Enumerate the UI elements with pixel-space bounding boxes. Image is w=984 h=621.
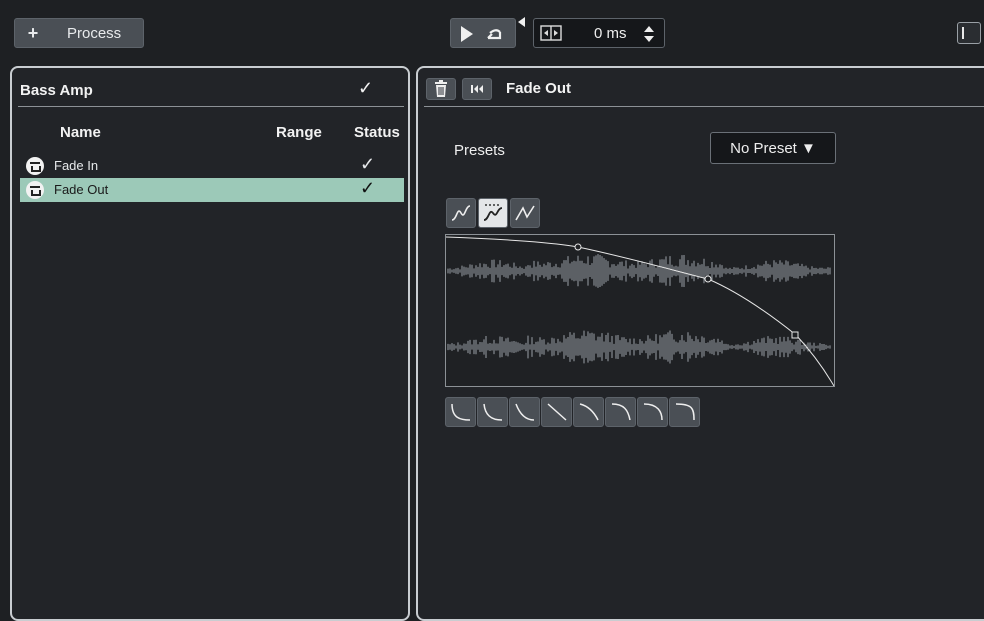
- fade-shape-icon: [579, 403, 599, 421]
- spline-icon: [451, 205, 471, 221]
- fade-shape-icon: [643, 403, 663, 421]
- column-header-name[interactable]: Name: [60, 124, 101, 141]
- fade-shape-button[interactable]: [637, 397, 668, 427]
- status-check-icon[interactable]: ✓: [360, 178, 375, 199]
- process-list-panel: Bass Amp ✓ Name Range Status Fade In ✓ F…: [10, 66, 410, 621]
- fade-shape-icon: [451, 403, 471, 421]
- fade-shape-button[interactable]: [669, 397, 700, 427]
- curve-point: [704, 275, 712, 283]
- track-status-check-icon[interactable]: ✓: [358, 78, 373, 99]
- preset-dropdown[interactable]: No Preset ▼: [710, 132, 836, 164]
- divider: [424, 106, 984, 107]
- delete-button[interactable]: [426, 78, 456, 100]
- damped-spline-curve-button[interactable]: [478, 198, 508, 228]
- range-expand-icon: [540, 25, 562, 41]
- offset-value: 0 ms: [594, 25, 627, 42]
- waveform-display[interactable]: [446, 235, 834, 386]
- fade-shape-button[interactable]: [541, 397, 572, 427]
- waveform-channel-left: [447, 254, 831, 288]
- trash-icon: [435, 80, 447, 97]
- loop-icon[interactable]: [484, 24, 506, 44]
- waveform-channel-right: [447, 330, 831, 364]
- column-header-status[interactable]: Status: [354, 124, 400, 141]
- process-icon: [26, 181, 44, 199]
- panel-toggle-icon[interactable]: [957, 22, 981, 44]
- fade-shape-icon: [547, 403, 567, 421]
- list-item[interactable]: Fade In ✓: [20, 154, 404, 178]
- preview-options-arrow-icon[interactable]: [518, 17, 525, 27]
- transport-controls: [450, 18, 516, 48]
- process-button[interactable]: + Process: [14, 18, 144, 48]
- plus-icon: +: [27, 22, 39, 43]
- status-check-icon[interactable]: ✓: [360, 154, 375, 175]
- column-header-range[interactable]: Range: [276, 124, 322, 141]
- track-title: Bass Amp: [20, 82, 93, 99]
- fade-shape-button[interactable]: [509, 397, 540, 427]
- fade-shape-button[interactable]: [445, 397, 476, 427]
- curve-point-handle: [791, 331, 799, 339]
- list-item-selected[interactable]: Fade Out ✓: [20, 178, 404, 202]
- process-name: Fade Out: [54, 182, 109, 197]
- linear-icon: [515, 205, 535, 221]
- skip-back-icon: [471, 85, 483, 93]
- curve-point: [574, 243, 582, 251]
- fade-shape-button[interactable]: [605, 397, 636, 427]
- fade-shape-icon: [611, 403, 631, 421]
- stepper-icon[interactable]: [642, 23, 656, 45]
- fade-shape-button[interactable]: [573, 397, 604, 427]
- offset-field[interactable]: 0 ms: [533, 18, 665, 48]
- damped-spline-icon: [483, 204, 503, 221]
- linear-curve-button[interactable]: [510, 198, 540, 228]
- fade-shape-icon: [483, 403, 503, 421]
- spline-curve-button[interactable]: [446, 198, 476, 228]
- toolbar: + Process 0 ms: [0, 0, 984, 62]
- divider: [18, 106, 404, 107]
- presets-label: Presets: [454, 142, 505, 159]
- fade-shape-icon: [675, 403, 695, 421]
- process-icon: [26, 157, 44, 175]
- fade-curve-display[interactable]: [445, 234, 835, 387]
- go-to-start-button[interactable]: [462, 78, 492, 100]
- fade-curve: [446, 236, 834, 386]
- fade-shape-icon: [515, 403, 535, 421]
- fade-shape-button[interactable]: [477, 397, 508, 427]
- process-label: Process: [67, 24, 122, 42]
- process-title: Fade Out: [506, 80, 572, 97]
- process-name: Fade In: [54, 158, 99, 173]
- process-editor-panel: Fade Out Presets No Preset ▼: [416, 66, 984, 621]
- play-icon[interactable]: [461, 26, 473, 42]
